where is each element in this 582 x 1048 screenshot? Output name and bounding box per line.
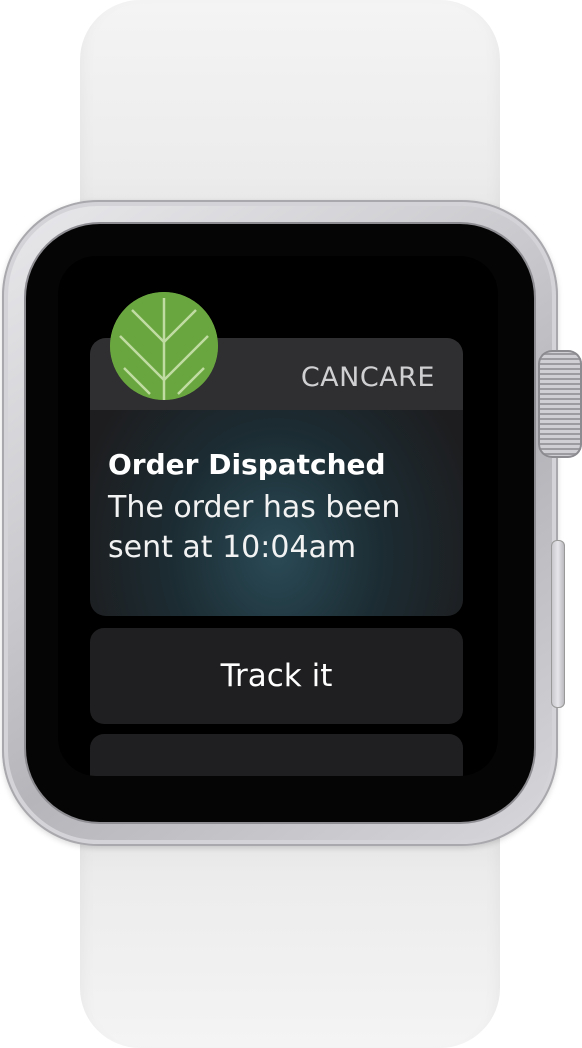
app-name: CANCARE: [300, 362, 435, 393]
notification-title: Order Dispatched: [108, 448, 386, 481]
cancare-leaf-icon: [110, 292, 218, 400]
digital-crown[interactable]: [538, 350, 582, 458]
watch-mockup: CANCARE Order Dispatched The order has b…: [0, 0, 582, 1048]
side-button[interactable]: [551, 540, 565, 708]
notification-body: The order has been sent at 10:04am: [108, 490, 401, 565]
track-it-button[interactable]: Track it: [90, 628, 463, 724]
dismiss-button-partial[interactable]: [90, 734, 463, 776]
